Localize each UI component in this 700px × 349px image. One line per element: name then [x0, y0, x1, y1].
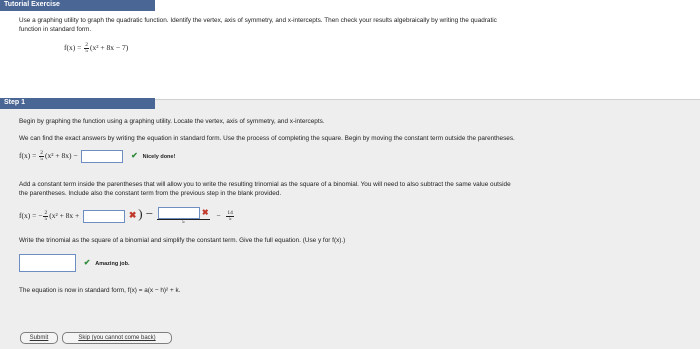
tutorial-tab: Tutorial Exercise: [0, 0, 155, 11]
step-para-1: We can find the exact answers by writing…: [19, 135, 515, 142]
equation-3: ✔ Amazing job.: [19, 253, 130, 273]
function-rest: (x² + 8x − 7): [89, 43, 129, 53]
equation-2: f(x) = −2 5 (x² + 8x + ✖ ) − ✖ 5 − 14 5: [19, 202, 235, 226]
feedback-nicely-done: Nicely done!: [142, 154, 176, 160]
function-fx: f(x) =: [64, 43, 84, 53]
check-icon: ✔: [83, 258, 91, 267]
step-para-4: The equation is now in standard form, f(…: [19, 287, 181, 294]
feedback-amazing-job: Amazing job.: [95, 261, 130, 267]
step-para-2-line-2: the parentheses. Include also the consta…: [19, 190, 282, 197]
check-icon: ✔: [131, 151, 138, 160]
skip-button[interactable]: Skip (you cannot come back): [62, 332, 172, 344]
eq2-constant-input[interactable]: [83, 209, 126, 223]
full-equation-input[interactable]: [19, 254, 76, 273]
fraction-denominator: 5: [85, 48, 88, 54]
eq2-denominator: 5: [44, 215, 48, 222]
instructions-line-2: function in standard form.: [19, 26, 92, 33]
eq1-denominator: 5: [40, 155, 43, 162]
function-fraction: 25: [84, 42, 89, 54]
eq2-fraction-3-denominator: 5: [228, 215, 232, 222]
step-tab: Step 1: [0, 98, 155, 109]
eq2-fraction: 25: [43, 210, 49, 222]
eq1-fx: f(x) =: [19, 151, 39, 160]
eq2-fraction-3: 14 5: [226, 210, 234, 222]
tab-title: Tutorial Exercise: [4, 1, 60, 8]
incorrect-x-icon: ✖: [128, 210, 137, 220]
eq1-rest: (x² + 8x) −: [44, 151, 78, 160]
eq2-rest: (x² + 8x +: [49, 211, 80, 220]
step-para-2-line-1: Add a constant term inside the parenthes…: [19, 181, 511, 188]
eq2-fraction-input[interactable]: [157, 207, 200, 220]
step-title: Step 1: [4, 99, 26, 106]
eq2-minus: −: [216, 211, 221, 220]
instructions-line-1: Use a graphing utility to graph the quad…: [19, 17, 497, 24]
eq2-close: ) −: [138, 206, 154, 221]
eq2-fx: f(x) = −: [19, 211, 43, 220]
incorrect-x-icon: ✖: [201, 207, 209, 217]
step-para-3: Write the trinomial as the square of a b…: [19, 237, 346, 244]
equation-1: f(x) = 2 5 (x² + 8x) − ✔ Nicely done!: [19, 149, 175, 163]
eq2-fraction-2-denominator: 5: [181, 219, 185, 226]
eq1-answer-input[interactable]: [81, 149, 124, 163]
submit-button[interactable]: Submit: [20, 332, 58, 344]
function-expression: f(x) = 2 5 (x² + 8x − 7): [64, 42, 129, 54]
eq2-fraction-2: ✖ 5: [156, 207, 210, 226]
step-intro: Begin by graphing the function using a g…: [19, 118, 325, 125]
eq1-fraction: 25: [39, 150, 44, 162]
